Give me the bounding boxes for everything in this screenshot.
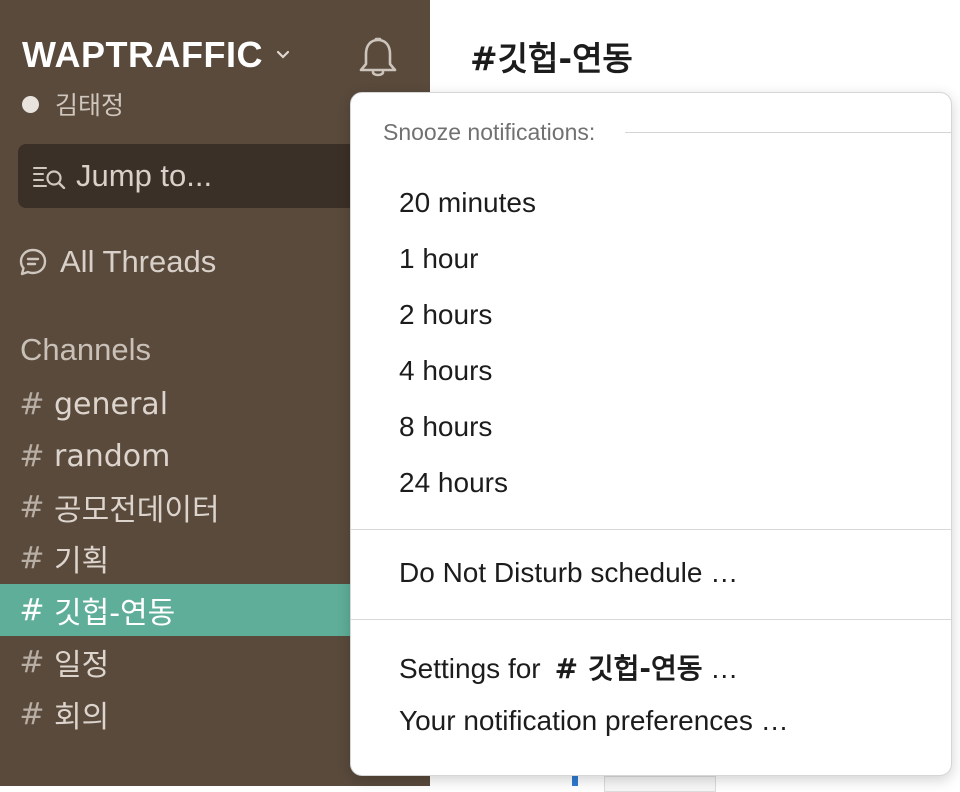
- channel-label: 기획: [54, 544, 110, 579]
- divider: [351, 529, 951, 530]
- search-icon: [33, 167, 66, 189]
- divider: [351, 619, 951, 620]
- snooze-1-hour[interactable]: 1 hour: [399, 243, 478, 275]
- threads-icon: [19, 248, 47, 276]
- snooze-header: Snooze notifications:: [383, 119, 951, 146]
- hash-icon: #: [19, 644, 45, 680]
- channel-label: random: [54, 438, 171, 474]
- snooze-header-label: Snooze notifications:: [383, 119, 596, 145]
- hash-icon: #: [19, 386, 45, 422]
- channel-label: 일정: [54, 648, 110, 683]
- settings-channel-name: # 깃헙-연동: [554, 652, 703, 685]
- snooze-menu: Snooze notifications: 20 minutes 1 hour …: [350, 92, 952, 776]
- channel-title[interactable]: #깃헙-연동: [470, 32, 633, 80]
- presence-dot: [22, 95, 39, 113]
- channel-label: 회의: [54, 700, 110, 735]
- snooze-20-minutes[interactable]: 20 minutes: [399, 187, 536, 219]
- settings-suffix: …: [710, 653, 739, 684]
- snooze-8-hours[interactable]: 8 hours: [399, 411, 492, 443]
- dnd-schedule-item[interactable]: Do Not Disturb schedule …: [399, 557, 738, 589]
- channel-settings-item[interactable]: Settings for # 깃헙-연동 …: [399, 647, 738, 687]
- chevron-down-icon: [276, 50, 290, 59]
- snooze-4-hours[interactable]: 4 hours: [399, 355, 492, 387]
- user-name: 김태정: [55, 91, 125, 120]
- notification-preferences-item[interactable]: Your notification preferences …: [399, 705, 789, 737]
- hash-icon: #: [19, 696, 45, 732]
- hash-icon: #: [19, 540, 45, 576]
- snooze-24-hours[interactable]: 24 hours: [399, 467, 508, 499]
- channel-label: 공모전데이터: [54, 493, 220, 528]
- channel-label: general: [54, 386, 169, 422]
- team-name: WAPTRAFFIC: [22, 34, 263, 75]
- all-threads-link[interactable]: All Threads: [18, 244, 216, 280]
- settings-prefix: Settings for: [399, 653, 541, 684]
- channels-header[interactable]: Channels: [20, 332, 151, 368]
- hash-icon: #: [19, 438, 45, 474]
- all-threads-label: All Threads: [60, 244, 217, 279]
- user-status[interactable]: 김태정: [22, 86, 124, 122]
- snooze-2-hours[interactable]: 2 hours: [399, 299, 492, 331]
- team-switcher[interactable]: WAPTRAFFIC: [22, 34, 291, 76]
- code-snippet: [604, 776, 716, 792]
- channel-label: 깃헙-연동: [54, 596, 176, 631]
- hash-icon: #: [19, 489, 45, 525]
- hash-icon: #: [19, 592, 45, 628]
- bell-icon[interactable]: [358, 36, 398, 78]
- divider: [625, 132, 951, 133]
- jump-to-label: Jump to...: [76, 158, 213, 193]
